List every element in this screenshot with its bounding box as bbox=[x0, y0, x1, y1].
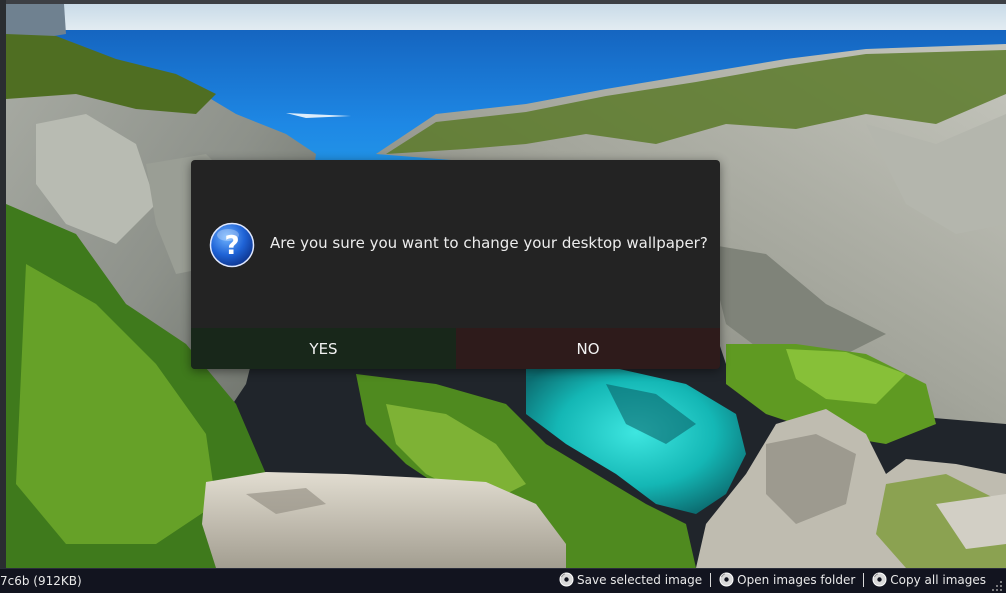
resize-grip-icon[interactable] bbox=[992, 581, 1003, 592]
svg-text:?: ? bbox=[224, 231, 239, 261]
dialog-body: ? Are you sure you want to change your d… bbox=[191, 160, 720, 328]
copy-all-images-label: Copy all images bbox=[890, 572, 986, 587]
save-selected-image-label: Save selected image bbox=[577, 572, 703, 587]
file-info: 7c6b (912KB) bbox=[0, 574, 82, 588]
question-icon: ? bbox=[209, 222, 255, 268]
status-separator bbox=[863, 572, 865, 587]
app-window: ? Are you sure you want to change your d… bbox=[0, 0, 1006, 593]
folder-disc-icon bbox=[719, 572, 734, 587]
status-separator bbox=[710, 572, 712, 587]
confirm-dialog: ? Are you sure you want to change your d… bbox=[191, 160, 720, 369]
copy-disc-icon bbox=[872, 572, 887, 587]
yes-button[interactable]: YES bbox=[191, 328, 456, 369]
status-actions: Save selected image Open images folder C bbox=[557, 572, 986, 587]
save-selected-image-button[interactable]: Save selected image bbox=[559, 572, 702, 587]
open-images-folder-label: Open images folder bbox=[737, 572, 856, 587]
save-disc-icon bbox=[559, 572, 574, 587]
open-images-folder-button[interactable]: Open images folder bbox=[719, 572, 855, 587]
dialog-message: Are you sure you want to change your des… bbox=[270, 234, 708, 252]
no-button[interactable]: NO bbox=[456, 328, 720, 369]
status-bar: 7c6b (912KB) Save selected image Open im… bbox=[0, 568, 1006, 593]
copy-all-images-button[interactable]: Copy all images bbox=[872, 572, 986, 587]
dialog-button-row: YES NO bbox=[191, 328, 720, 369]
